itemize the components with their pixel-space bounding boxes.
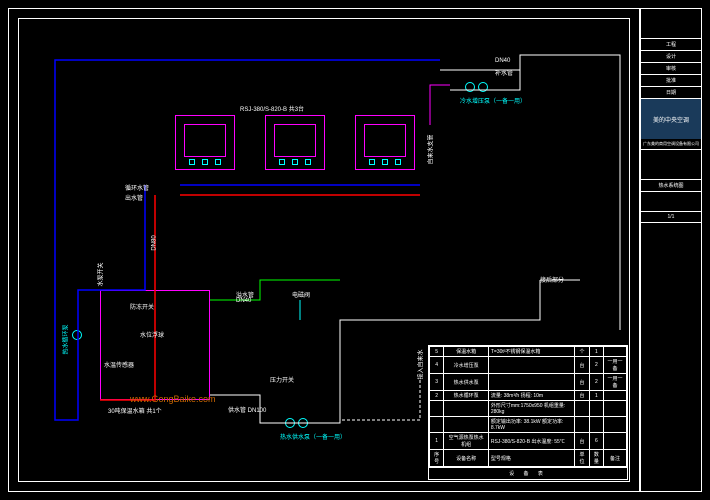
unit-ports [366,159,404,167]
insulated-tank [100,290,210,400]
parts-table: 5保温水箱T=30t³不锈钢保温水箱个14冷水增压泵台2一用一备3热水供水泵台2… [429,346,627,467]
hot-in-label: 循环水管 [125,183,149,192]
watermark: www.GongBaike.com [130,394,216,404]
circ-pump-label: 热水循环泵 [61,324,70,354]
unit-ports [186,159,224,167]
tb-r5: 日期 [641,87,701,99]
heatpump-unit-2 [265,115,325,170]
dn40-label: DN40 [495,58,510,64]
tb-r2: 设计 [641,51,701,63]
cold-pump-2-icon [478,82,488,92]
supply-size-label: 供水管 DN100 [228,405,266,414]
parts-row: 2热水循环泵流量: 38m³/h 扬程: 10m台1 [430,391,627,401]
from-tap-label: 接入自来水 [416,349,425,379]
anti-freeze-label: 防冻开关 [130,302,154,311]
supply-pump-2-icon [298,418,308,428]
ev-label: 电磁阀 [292,290,310,299]
cold-supply-label: 补水管 [495,68,513,77]
tb-r4: 批准 [641,75,701,87]
hot-out-label: 出水管 [125,193,143,202]
title-block: 工程 设计 审核 批准 日期 美的中央空调 广东美的商用空调设备有限公司 热水系… [640,8,702,492]
cold-pump-1-icon [465,82,475,92]
pressure-label: 压力开关 [270,375,294,384]
circ-pump-icon [72,330,82,340]
cad-sheet: 工程 设计 审核 批准 日期 美的中央空调 广东美的商用空调设备有限公司 热水系… [0,0,710,500]
supply-pump-1-icon [285,418,295,428]
parts-row: 3热水供水泵台2一用一备 [430,374,627,391]
tb-r3: 审核 [641,63,701,75]
unit-inner [274,124,316,157]
tap-branch-label: 自来水支管 [426,134,435,164]
unit-ports [276,159,314,167]
level-float-label: 水位浮球 [140,330,164,339]
dn80-v-label: DN80 [152,235,158,250]
parts-row: 额定输出功率: 38.1kW 额定功率: 8.7kW [430,417,627,433]
temp-sensor-label: 水温传感器 [104,360,134,369]
tb-spacer2 [641,192,701,212]
parts-title: 设 备 表 [429,467,627,479]
tank-label: 30吨保温水箱 共1个 [108,406,162,415]
parts-row: 1空气源热泵热水机组RSJ-380/S-820-B 出水温度: 55℃台6 [430,433,627,450]
units-label: RSJ-380/S-820-B 共3台 [240,104,304,113]
logo-text: 美的中央空调 [653,115,689,124]
to-next-label: 接后部分 [540,275,564,284]
parts-list: 5保温水箱T=30t³不锈钢保温水箱个14冷水增压泵台2一用一备3热水供水泵台2… [428,345,628,480]
parts-row: 序号设备名称型号规格单位数量备注 [430,450,627,467]
cold-pump-label: 冷水增压泵（一备一用） [460,96,526,105]
company-name: 广东美的商用空调设备有限公司 [641,139,701,150]
heatpump-unit-3 [355,115,415,170]
parts-row: 5保温水箱T=30t³不锈钢保温水箱个1 [430,347,627,357]
tb-header [641,9,701,39]
tb-spacer [641,150,701,180]
sheet-num: 1/1 [641,212,701,223]
unit-inner [184,124,226,157]
company-logo: 美的中央空调 [641,99,701,139]
drain-size-label: DN40 [236,298,251,304]
drawing-title: 热水系统图 [641,180,701,192]
heatpump-unit-1 [175,115,235,170]
tb-r1: 工程 [641,39,701,51]
unit-inner [364,124,406,157]
pump-switch-label: 水泵开关 [96,262,105,286]
supply-pump-label: 热水供水泵（一备一用） [280,432,346,441]
parts-row: 外形尺寸mm:1750x950 机组重量: 280kg [430,401,627,417]
parts-row: 4冷水增压泵台2一用一备 [430,357,627,374]
